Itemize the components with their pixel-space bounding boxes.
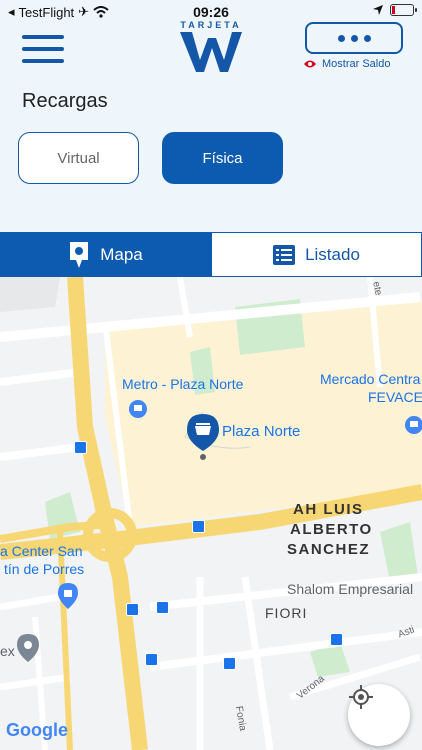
dot-icon (337, 34, 345, 42)
map-label-fiori: FIORI (265, 605, 308, 621)
logo-w-icon (180, 32, 242, 72)
eye-icon (304, 60, 316, 68)
map-label-fevace: FEVACE (368, 389, 422, 405)
map-label-metro: Metro - Plaza Norte (122, 376, 244, 392)
menu-icon-line (22, 59, 64, 63)
bus-stop-icon[interactable] (145, 653, 158, 666)
map-label-alberto: ALBERTO (290, 521, 373, 538)
map-label-porres: tín de Porres (4, 561, 85, 577)
app-screen: ◂ TestFlight ✈ 09:26 TARJETA Mostrar Sal… (0, 0, 422, 750)
more-options-button[interactable] (305, 22, 403, 54)
tab-map[interactable]: Mapa (0, 232, 211, 277)
status-right (372, 4, 417, 16)
view-tabs: Mapa Listado (0, 232, 422, 277)
bus-stop-icon[interactable] (126, 603, 139, 616)
show-balance-label: Mostrar Saldo (322, 58, 391, 70)
list-icon (273, 244, 296, 265)
bus-stop-icon[interactable] (192, 520, 205, 533)
bus-stop-icon[interactable] (156, 601, 169, 614)
dot-icon (350, 34, 358, 42)
bus-stop-icon[interactable] (74, 441, 87, 454)
my-location-button[interactable] (348, 684, 410, 746)
logo-text: TARJETA (180, 20, 242, 30)
map-view[interactable]: Metro - Plaza Norte Plaza Norte Mercado … (0, 277, 422, 750)
status-time: 09:26 (193, 4, 229, 20)
battery-icon (390, 4, 417, 16)
map-label-ex: ex (0, 643, 15, 659)
map-label-sanchez: SANCHEZ (287, 541, 371, 558)
menu-icon-line (22, 47, 64, 51)
show-balance-toggle[interactable]: Mostrar Saldo (303, 58, 390, 70)
menu-button[interactable] (22, 35, 64, 65)
map-label-plaza-norte[interactable]: Plaza Norte (222, 423, 300, 440)
map-pin-icon (70, 241, 89, 268)
tab-map-label: Mapa (100, 244, 143, 264)
map-label-mercado: Mercado Centra (320, 371, 421, 387)
location-arrow-icon (373, 5, 383, 15)
map-label-ete: ete (370, 280, 384, 297)
physical-card-button[interactable]: Física (162, 132, 283, 184)
google-logo-text: Google (6, 720, 68, 740)
page-title: Recargas (22, 90, 108, 112)
menu-icon-line (22, 35, 64, 39)
map-label-shalom: Shalom Empresarial (287, 581, 414, 597)
map-label-ah-luis: AH LUIS (293, 501, 364, 518)
google-logo: Google (6, 720, 68, 741)
brand-logo: TARJETA (175, 20, 247, 74)
tab-list[interactable]: Listado (211, 232, 422, 277)
virtual-card-button[interactable]: Virtual (18, 132, 139, 184)
map-label-center: a Center San (0, 543, 83, 559)
crosshair-icon (349, 685, 373, 709)
bus-stop-icon[interactable] (223, 657, 236, 670)
bus-stop-icon[interactable] (330, 633, 343, 646)
tab-list-label: Listado (305, 244, 360, 264)
dot-icon (363, 34, 371, 42)
